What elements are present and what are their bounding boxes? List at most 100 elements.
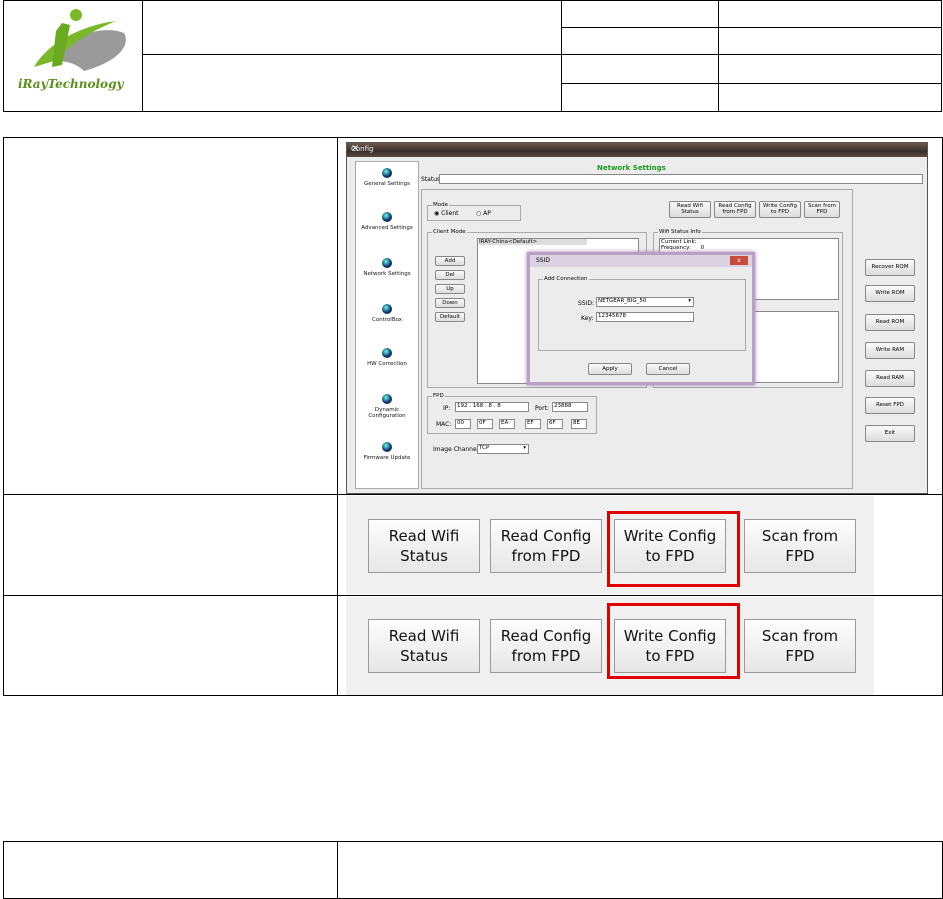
read-ram-button[interactable]: Read RAM — [865, 370, 915, 387]
exit-button[interactable]: Exit — [865, 425, 915, 442]
scan-from-fpd-button-large[interactable]: Scan from FPD — [744, 619, 856, 673]
wifi-status-title: Wifi Status Info — [658, 229, 702, 235]
nav-label: HW Correction — [367, 361, 407, 367]
grid-divider-horizontal — [3, 595, 943, 596]
ip-octet: 8 — [497, 403, 501, 409]
window-titlebar: Config × — [347, 143, 927, 157]
del-button[interactable]: Del — [435, 270, 465, 280]
image-channel-select[interactable]: TCP ▾ — [477, 444, 529, 454]
header-meta-cell — [561, 27, 719, 55]
footer-divider — [337, 841, 338, 899]
up-button[interactable]: Up — [435, 284, 465, 294]
recover-rom-button[interactable]: Recover ROM — [865, 259, 915, 276]
client-mode-title: Client Mode — [432, 229, 467, 235]
mac-field-2[interactable]: 0F — [477, 419, 493, 429]
header-meta-cell — [718, 0, 942, 28]
logo-cell: iRayTechnology — [3, 0, 143, 112]
nav-label: General Settings — [364, 181, 410, 187]
settings-nav: General Settings Advanced Settings Netwo… — [355, 161, 419, 489]
header-table: iRayTechnology — [3, 0, 942, 112]
read-config-button[interactable]: Read Config from FPD — [714, 201, 756, 218]
mac-field-1[interactable]: 00 — [455, 419, 471, 429]
nav-item-dynamic[interactable]: Dynamic Configuration — [362, 394, 412, 419]
nav-item-controlbox[interactable]: ControlBox — [356, 304, 418, 323]
reset-fpd-button[interactable]: Reset FPD — [865, 397, 915, 414]
client-radio-label: Client — [441, 210, 459, 217]
key-input[interactable]: 12345678 — [596, 312, 694, 322]
nav-item-hw-correction[interactable]: HW Correction — [356, 348, 418, 367]
close-icon[interactable]: × — [351, 143, 921, 154]
ip-field[interactable]: 192 . 168 . 8 . 8 — [455, 402, 529, 412]
add-button[interactable]: Add — [435, 256, 465, 266]
port-label: Port: — [535, 405, 549, 412]
mac-field-5[interactable]: 6F — [547, 419, 563, 429]
gear-icon — [382, 212, 392, 222]
write-ram-button[interactable]: Write RAM — [865, 342, 915, 359]
cancel-button[interactable]: Cancel — [646, 363, 690, 375]
header-meta-cell — [561, 0, 719, 28]
logo-text: iRayTechnology — [18, 77, 124, 91]
gear-icon — [382, 258, 392, 268]
nav-label: Dynamic Configuration — [368, 407, 406, 419]
default-button[interactable]: Default — [435, 312, 465, 322]
mac-field-3[interactable]: EA — [499, 419, 515, 429]
gear-icon — [382, 304, 392, 314]
ip-label: IP: — [443, 405, 451, 412]
close-icon[interactable]: x — [730, 256, 748, 265]
header-meta-cell — [718, 27, 942, 55]
header-meta-cell — [718, 83, 942, 112]
scan-from-fpd-button[interactable]: Scan from FPD — [804, 201, 840, 218]
nav-item-network[interactable]: Network Settings — [356, 258, 418, 277]
gear-icon — [382, 394, 392, 404]
ssid-list-item[interactable]: IRAY-China<Default> — [479, 239, 587, 245]
panel-heading: Network Settings — [597, 164, 666, 172]
image-channel-label: Image Channel: — [433, 446, 481, 453]
mac-field-4[interactable]: EF — [525, 419, 541, 429]
chevron-down-icon: ▾ — [523, 445, 526, 451]
read-wifi-status-button-large[interactable]: Read Wifi Status — [368, 619, 480, 673]
client-radio[interactable]: ◉ Client — [434, 210, 459, 217]
down-button[interactable]: Down — [435, 298, 465, 308]
header-meta-cell — [718, 54, 942, 84]
add-connection-title: Add Connection — [543, 276, 589, 282]
mac-label: MAC: — [436, 421, 452, 428]
read-config-button-large[interactable]: Read Config from FPD — [490, 519, 602, 573]
nav-item-firmware[interactable]: Firmware Update — [356, 442, 418, 461]
apply-button[interactable]: Apply — [588, 363, 632, 375]
ap-radio[interactable]: ○ AP — [476, 210, 491, 217]
highlight-box — [607, 511, 740, 587]
logo-swoosh-icon — [34, 9, 126, 71]
chevron-down-icon: ▾ — [688, 298, 691, 304]
fpd-title: FPD — [432, 393, 445, 399]
status-field — [439, 174, 923, 184]
scan-from-fpd-button-large[interactable]: Scan from FPD — [744, 519, 856, 573]
ip-octet: 192 — [457, 403, 468, 409]
ssid-value: NETGEAR_BIG_50 — [598, 298, 647, 304]
ip-octet: 168 — [472, 403, 484, 409]
key-label: Key: — [581, 315, 594, 322]
read-config-button-large[interactable]: Read Config from FPD — [490, 619, 602, 673]
company-logo: iRayTechnology — [4, 1, 142, 111]
header-meta-cell — [561, 83, 719, 112]
gear-icon — [382, 442, 392, 452]
ap-radio-label: AP — [483, 210, 491, 217]
frequency-label: Frequency: — [661, 245, 691, 251]
port-field[interactable]: 23888 — [552, 402, 588, 412]
header-subtitle-cell — [142, 54, 562, 112]
ssid-select[interactable]: NETGEAR_BIG_50 ▾ — [596, 297, 694, 307]
mac-field-6[interactable]: 8E — [571, 419, 587, 429]
nav-label: ControlBox — [371, 317, 403, 323]
dialog-titlebar: SSID x — [530, 255, 752, 267]
write-config-button[interactable]: Write Config to FPD — [759, 201, 801, 218]
read-rom-button[interactable]: Read ROM — [865, 314, 915, 331]
read-wifi-status-button[interactable]: Read Wifi Status — [669, 201, 711, 218]
write-rom-button[interactable]: Write ROM — [865, 285, 915, 302]
header-meta-cell — [561, 54, 719, 84]
nav-label: Network Settings — [363, 271, 411, 277]
read-wifi-status-button-large[interactable]: Read Wifi Status — [368, 519, 480, 573]
grid-divider-vertical — [337, 137, 338, 696]
nav-item-advanced[interactable]: Advanced Settings — [356, 212, 418, 231]
ssid-dialog: SSID x Add Connection SSID: NETGEAR_BIG_… — [527, 252, 755, 385]
nav-item-general[interactable]: General Settings — [356, 168, 418, 187]
ip-octet: 8 — [488, 403, 493, 409]
